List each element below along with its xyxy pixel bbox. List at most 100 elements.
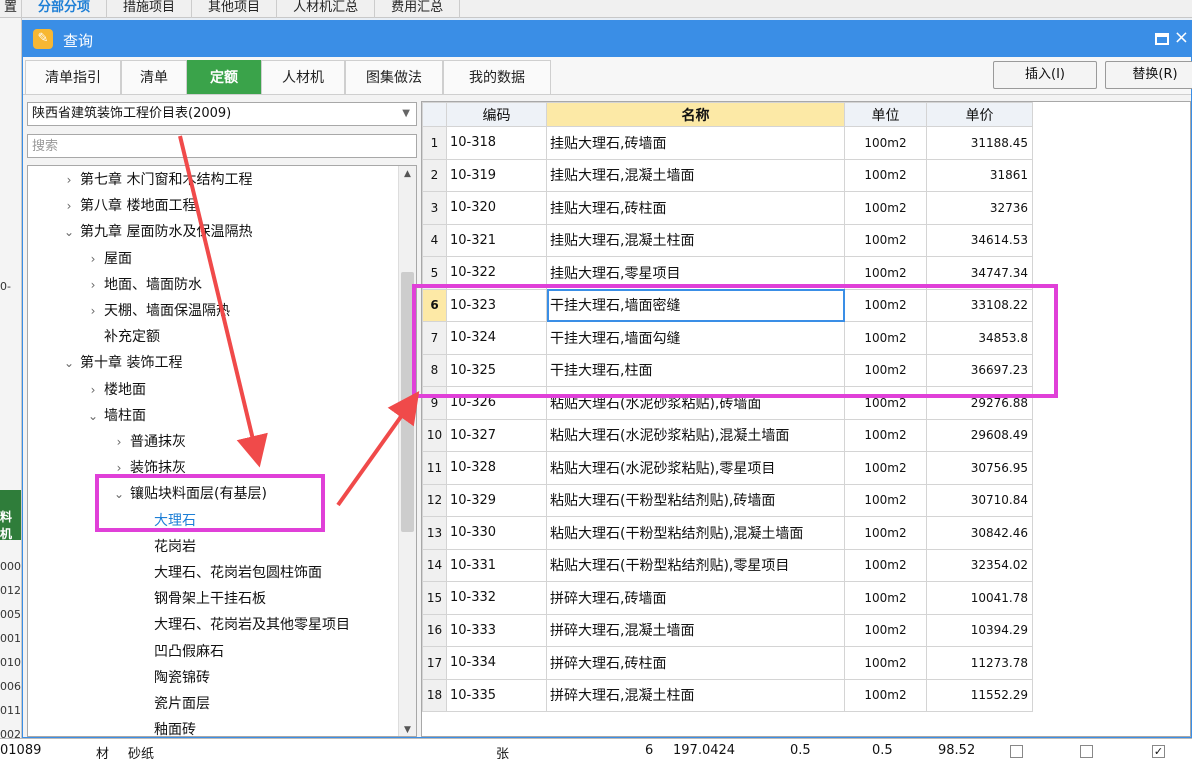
row-name[interactable]: 粘贴大理石(干粉型粘结剂贴),混凝土墙面: [546, 516, 845, 550]
bg-tab-active[interactable]: 分部分项: [22, 0, 108, 18]
tree-item[interactable]: › 第八章 楼地面工程: [58, 194, 197, 218]
row-price[interactable]: 30756.95: [926, 451, 1033, 485]
chevron-right-icon[interactable]: ›: [58, 194, 80, 218]
tree-item[interactable]: 大理石、花岗岩及其他零星项目: [132, 613, 350, 637]
tab-list[interactable]: 清单: [121, 60, 187, 94]
row-unit[interactable]: 100m2: [844, 126, 927, 160]
table-row[interactable]: 11 10-328 粘贴大理石(水泥砂浆粘贴),零星项目 100m2 30756.95: [422, 451, 1033, 485]
row-code[interactable]: 10-328: [446, 451, 547, 485]
chevron-right-icon[interactable]: ›: [108, 430, 130, 454]
row-price[interactable]: 10041.78: [926, 581, 1033, 615]
tree-scrollbar[interactable]: ▲ ▼: [398, 166, 416, 736]
table-row[interactable]: 2 10-319 挂贴大理石,混凝土墙面 100m2 31861: [422, 158, 1033, 192]
bg-checkbox-checked[interactable]: ✓: [1152, 745, 1165, 758]
bg-checkbox[interactable]: [1010, 745, 1023, 758]
bg-tab[interactable]: 费用汇总: [375, 0, 461, 18]
row-price[interactable]: 31188.45: [926, 126, 1033, 160]
tree-item[interactable]: 陶瓷锦砖: [132, 666, 210, 690]
row-price[interactable]: 34614.53: [926, 223, 1033, 257]
row-code[interactable]: 10-321: [446, 223, 547, 257]
row-price[interactable]: 31861: [926, 158, 1033, 192]
row-index[interactable]: 3: [422, 191, 447, 225]
bg-tab[interactable]: 人材机汇总: [277, 0, 376, 18]
insert-button[interactable]: 插入(I): [993, 61, 1097, 89]
tree-item[interactable]: › 第七章 木门窗和木结构工程: [58, 168, 253, 192]
row-code[interactable]: 10-331: [446, 548, 547, 582]
row-index[interactable]: 4: [422, 223, 447, 257]
tab-my-data[interactable]: 我的数据: [443, 60, 551, 94]
row-unit[interactable]: 100m2: [844, 451, 927, 485]
tree-item[interactable]: › 屋面: [82, 247, 132, 271]
row-name[interactable]: 拼碎大理石,砖墙面: [546, 581, 845, 615]
replace-button[interactable]: 替换(R): [1105, 61, 1192, 89]
tree-item[interactable]: ⌄ 第十章 装饰工程: [58, 351, 182, 375]
tree-item[interactable]: 花岗岩: [132, 535, 196, 559]
row-name[interactable]: 拼碎大理石,混凝土柱面: [546, 678, 845, 712]
chevron-right-icon[interactable]: ›: [82, 299, 104, 323]
bg-checkbox[interactable]: [1080, 745, 1093, 758]
row-unit[interactable]: 100m2: [844, 516, 927, 550]
row-price[interactable]: 10394.29: [926, 613, 1033, 647]
table-row[interactable]: 12 10-329 粘贴大理石(干粉型粘结剂贴),砖墙面 100m2 30710.84: [422, 483, 1033, 517]
row-code[interactable]: 10-320: [446, 191, 547, 225]
row-name[interactable]: 挂贴大理石,砖墙面: [546, 126, 845, 160]
chevron-right-icon[interactable]: ›: [82, 247, 104, 271]
table-row[interactable]: 17 10-334 拼碎大理石,砖柱面 100m2 11273.78: [422, 646, 1033, 680]
tree-item[interactable]: ⌄ 第九章 屋面防水及保温隔热: [58, 220, 252, 244]
tree-item[interactable]: › 天棚、墙面保温隔热: [82, 299, 230, 323]
row-code[interactable]: 10-332: [446, 581, 547, 615]
chevron-down-icon[interactable]: ⌄: [58, 351, 80, 375]
table-row[interactable]: 3 10-320 挂贴大理石,砖柱面 100m2 32736: [422, 191, 1033, 225]
row-code[interactable]: 10-329: [446, 483, 547, 517]
row-name[interactable]: 拼碎大理石,砖柱面: [546, 646, 845, 680]
tree-item[interactable]: › 楼地面: [82, 378, 146, 402]
table-row[interactable]: 10 10-327 粘贴大理石(水泥砂浆粘贴),混凝土墙面 100m2 29608.49: [422, 418, 1033, 452]
row-unit[interactable]: 100m2: [844, 678, 927, 712]
row-index[interactable]: 10: [422, 418, 447, 452]
row-unit[interactable]: 100m2: [844, 418, 927, 452]
tree-item[interactable]: 补充定额: [82, 325, 160, 349]
tree-item[interactable]: 瓷片面层: [132, 692, 210, 716]
tree-item[interactable]: 凹凸假麻石: [132, 640, 224, 664]
chevron-down-icon[interactable]: ⌄: [58, 220, 80, 244]
table-row[interactable]: 18 10-335 拼碎大理石,混凝土柱面 100m2 11552.29: [422, 678, 1033, 712]
row-name[interactable]: 挂贴大理石,砖柱面: [546, 191, 845, 225]
row-index[interactable]: 14: [422, 548, 447, 582]
row-name[interactable]: 粘贴大理石(干粉型粘结剂贴),零星项目: [546, 548, 845, 582]
tree-item[interactable]: › 普通抹灰: [108, 430, 186, 454]
row-name[interactable]: 挂贴大理石,混凝土墙面: [546, 158, 845, 192]
tree-item[interactable]: › 地面、墙面防水: [82, 273, 202, 297]
tree-item[interactable]: 釉面砖: [132, 718, 196, 736]
row-index[interactable]: 2: [422, 158, 447, 192]
row-code[interactable]: 10-319: [446, 158, 547, 192]
table-row[interactable]: 4 10-321 挂贴大理石,混凝土柱面 100m2 34614.53: [422, 223, 1033, 257]
row-unit[interactable]: 100m2: [844, 613, 927, 647]
row-price[interactable]: 32354.02: [926, 548, 1033, 582]
tab-quota[interactable]: 定额: [187, 60, 261, 94]
tab-atlas-method[interactable]: 图集做法: [345, 60, 443, 94]
col-header-price[interactable]: 单价: [926, 102, 1033, 127]
table-row[interactable]: 1 10-318 挂贴大理石,砖墙面 100m2 31188.45: [422, 126, 1033, 160]
chevron-right-icon[interactable]: ›: [58, 168, 80, 192]
col-header-unit[interactable]: 单位: [844, 102, 927, 127]
row-price[interactable]: 30710.84: [926, 483, 1033, 517]
row-unit[interactable]: 100m2: [844, 223, 927, 257]
bg-tab[interactable]: 措施项目: [107, 0, 193, 18]
bg-tab[interactable]: 其他项目: [192, 0, 278, 18]
chevron-right-icon[interactable]: ›: [82, 378, 104, 402]
table-row[interactable]: 13 10-330 粘贴大理石(干粉型粘结剂贴),混凝土墙面 100m2 30842.4…: [422, 516, 1033, 550]
row-index[interactable]: 18: [422, 678, 447, 712]
row-index[interactable]: 13: [422, 516, 447, 550]
row-code[interactable]: 10-327: [446, 418, 547, 452]
tab-list-guide[interactable]: 清单指引: [25, 60, 121, 94]
row-unit[interactable]: 100m2: [844, 581, 927, 615]
row-unit[interactable]: 100m2: [844, 548, 927, 582]
row-index[interactable]: 1: [422, 126, 447, 160]
row-name[interactable]: 挂贴大理石,混凝土柱面: [546, 223, 845, 257]
row-code[interactable]: 10-330: [446, 516, 547, 550]
row-code[interactable]: 10-335: [446, 678, 547, 712]
row-name[interactable]: 粘贴大理石(水泥砂浆粘贴),零星项目: [546, 451, 845, 485]
row-name[interactable]: 粘贴大理石(干粉型粘结剂贴),砖墙面: [546, 483, 845, 517]
search-input[interactable]: [27, 134, 417, 158]
row-unit[interactable]: 100m2: [844, 158, 927, 192]
